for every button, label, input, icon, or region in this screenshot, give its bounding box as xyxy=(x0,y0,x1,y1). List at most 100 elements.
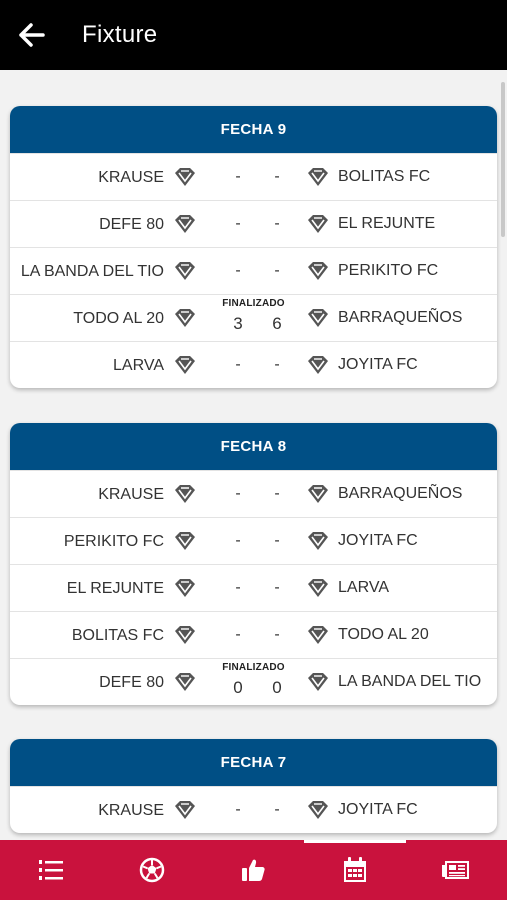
away-score: - xyxy=(274,485,280,502)
away-team-name: LARVA xyxy=(338,579,389,596)
round-title: FECHA 7 xyxy=(10,739,497,786)
shield-icon xyxy=(306,355,330,375)
match-row[interactable]: DEFE 80 - - EL REJUNTE xyxy=(10,200,497,247)
match-score: - - xyxy=(215,518,292,564)
top-bar: Fixture xyxy=(0,0,507,70)
round-title: FECHA 8 xyxy=(10,423,497,470)
match-row[interactable]: LARVA - - JOYITA FC xyxy=(10,341,497,388)
home-score: - xyxy=(235,356,241,373)
shield-icon xyxy=(173,308,197,328)
away-score: - xyxy=(274,626,280,643)
match-score: - - xyxy=(215,787,292,833)
away-team-name: EL REJUNTE xyxy=(338,215,436,232)
away-score: - xyxy=(274,215,280,232)
away-score: - xyxy=(274,532,280,549)
home-team-name: LA BANDA DEL TIO xyxy=(20,262,164,280)
home-score: - xyxy=(235,579,241,596)
home-team-name: DEFE 80 xyxy=(99,215,164,233)
match-score: FINALIZADO 3 6 xyxy=(215,295,292,341)
home-score: - xyxy=(235,801,241,818)
home-team-name: KRAUSE xyxy=(98,485,164,503)
shield-icon xyxy=(173,800,197,820)
home-score: - xyxy=(235,215,241,232)
shield-icon xyxy=(173,672,197,692)
back-button[interactable] xyxy=(2,0,62,70)
away-score: - xyxy=(274,801,280,818)
home-score: 3 xyxy=(233,314,243,333)
home-team-name: LARVA xyxy=(113,356,164,374)
shield-icon xyxy=(173,531,197,551)
match-row[interactable]: BOLITAS FC - - TODO AL 20 xyxy=(10,611,497,658)
shield-icon xyxy=(173,484,197,504)
newspaper-icon xyxy=(442,861,470,879)
match-row[interactable]: LA BANDA DEL TIO - - PERIKITO FC xyxy=(10,247,497,294)
shield-icon xyxy=(173,214,197,234)
shield-icon xyxy=(306,672,330,692)
shield-icon xyxy=(306,625,330,645)
match-row[interactable]: KRAUSE - - BOLITAS FC xyxy=(10,153,497,200)
list-numbered-icon xyxy=(38,860,63,880)
app-root: Fixture FECHA 9 KRAUSE - - BOLITAS FC DE… xyxy=(0,0,507,900)
shield-icon xyxy=(306,308,330,328)
shield-icon xyxy=(306,261,330,281)
home-team-name: PERIKITO FC xyxy=(63,532,164,550)
bottom-nav xyxy=(0,840,507,900)
home-score: - xyxy=(235,485,241,502)
round-card: FECHA 8 KRAUSE - - BARRAQUEÑOS PERIKITO … xyxy=(10,423,497,705)
match-score: - - xyxy=(215,565,292,611)
match-row[interactable]: KRAUSE - - BARRAQUEÑOS xyxy=(10,470,497,517)
match-score: - - xyxy=(215,154,292,200)
scrollbar[interactable] xyxy=(501,82,505,237)
round-card: FECHA 7 KRAUSE - - JOYITA FC xyxy=(10,739,497,833)
round-card: FECHA 9 KRAUSE - - BOLITAS FC DEFE 80 - … xyxy=(10,106,497,388)
match-score: - - xyxy=(215,248,292,294)
shield-icon xyxy=(306,531,330,551)
shield-icon xyxy=(306,800,330,820)
shield-icon xyxy=(306,578,330,598)
match-row[interactable]: KRAUSE - - JOYITA FC xyxy=(10,786,497,833)
match-row[interactable]: DEFE 80 FINALIZADO 0 0 LA BANDA DEL TIO xyxy=(10,658,497,705)
away-team-name: BARRAQUEÑOS xyxy=(338,485,463,502)
away-score: 6 xyxy=(272,314,282,333)
shield-icon xyxy=(173,261,197,281)
page-title: Fixture xyxy=(82,21,158,48)
shield-icon xyxy=(173,578,197,598)
match-score: FINALIZADO 0 0 xyxy=(215,659,292,705)
home-team-name: KRAUSE xyxy=(98,801,164,819)
away-score: - xyxy=(274,579,280,596)
away-team-name: BOLITAS FC xyxy=(338,168,431,185)
shield-icon xyxy=(306,214,330,234)
home-team-name: KRAUSE xyxy=(98,168,164,186)
match-score: - - xyxy=(215,612,292,658)
home-team-name: BOLITAS FC xyxy=(71,626,164,644)
match-row[interactable]: TODO AL 20 FINALIZADO 3 6 BARRAQUEÑOS xyxy=(10,294,497,341)
match-score: - - xyxy=(215,471,292,517)
shield-icon xyxy=(306,167,330,187)
home-team-name: TODO AL 20 xyxy=(73,309,164,327)
away-team-name: BARRAQUEÑOS xyxy=(338,309,463,326)
home-score: - xyxy=(235,168,241,185)
match-status: FINALIZADO xyxy=(222,298,285,309)
home-score: 0 xyxy=(233,678,243,697)
nav-item-fixture[interactable] xyxy=(304,840,406,900)
nav-item-likes[interactable] xyxy=(203,840,304,900)
away-team-name: LA BANDA DEL TIO xyxy=(338,673,482,690)
away-team-name: PERIKITO FC xyxy=(338,262,439,279)
nav-item-standings[interactable] xyxy=(0,840,101,900)
away-team-name: JOYITA FC xyxy=(338,356,418,373)
away-team-name: TODO AL 20 xyxy=(338,626,429,643)
match-score: - - xyxy=(215,342,292,388)
match-row[interactable]: EL REJUNTE - - LARVA xyxy=(10,564,497,611)
home-score: - xyxy=(235,262,241,279)
match-row[interactable]: PERIKITO FC - - JOYITA FC xyxy=(10,517,497,564)
fixture-list[interactable]: FECHA 9 KRAUSE - - BOLITAS FC DEFE 80 - … xyxy=(0,70,507,840)
shield-icon xyxy=(306,484,330,504)
home-team-name: EL REJUNTE xyxy=(66,579,164,597)
calendar-icon xyxy=(343,857,366,882)
nav-item-matches[interactable] xyxy=(101,840,202,900)
shield-icon xyxy=(173,625,197,645)
thumbs-up-icon xyxy=(242,859,266,881)
arrow-left-icon xyxy=(19,23,45,47)
away-team-name: JOYITA FC xyxy=(338,532,418,549)
nav-item-news[interactable] xyxy=(406,840,507,900)
